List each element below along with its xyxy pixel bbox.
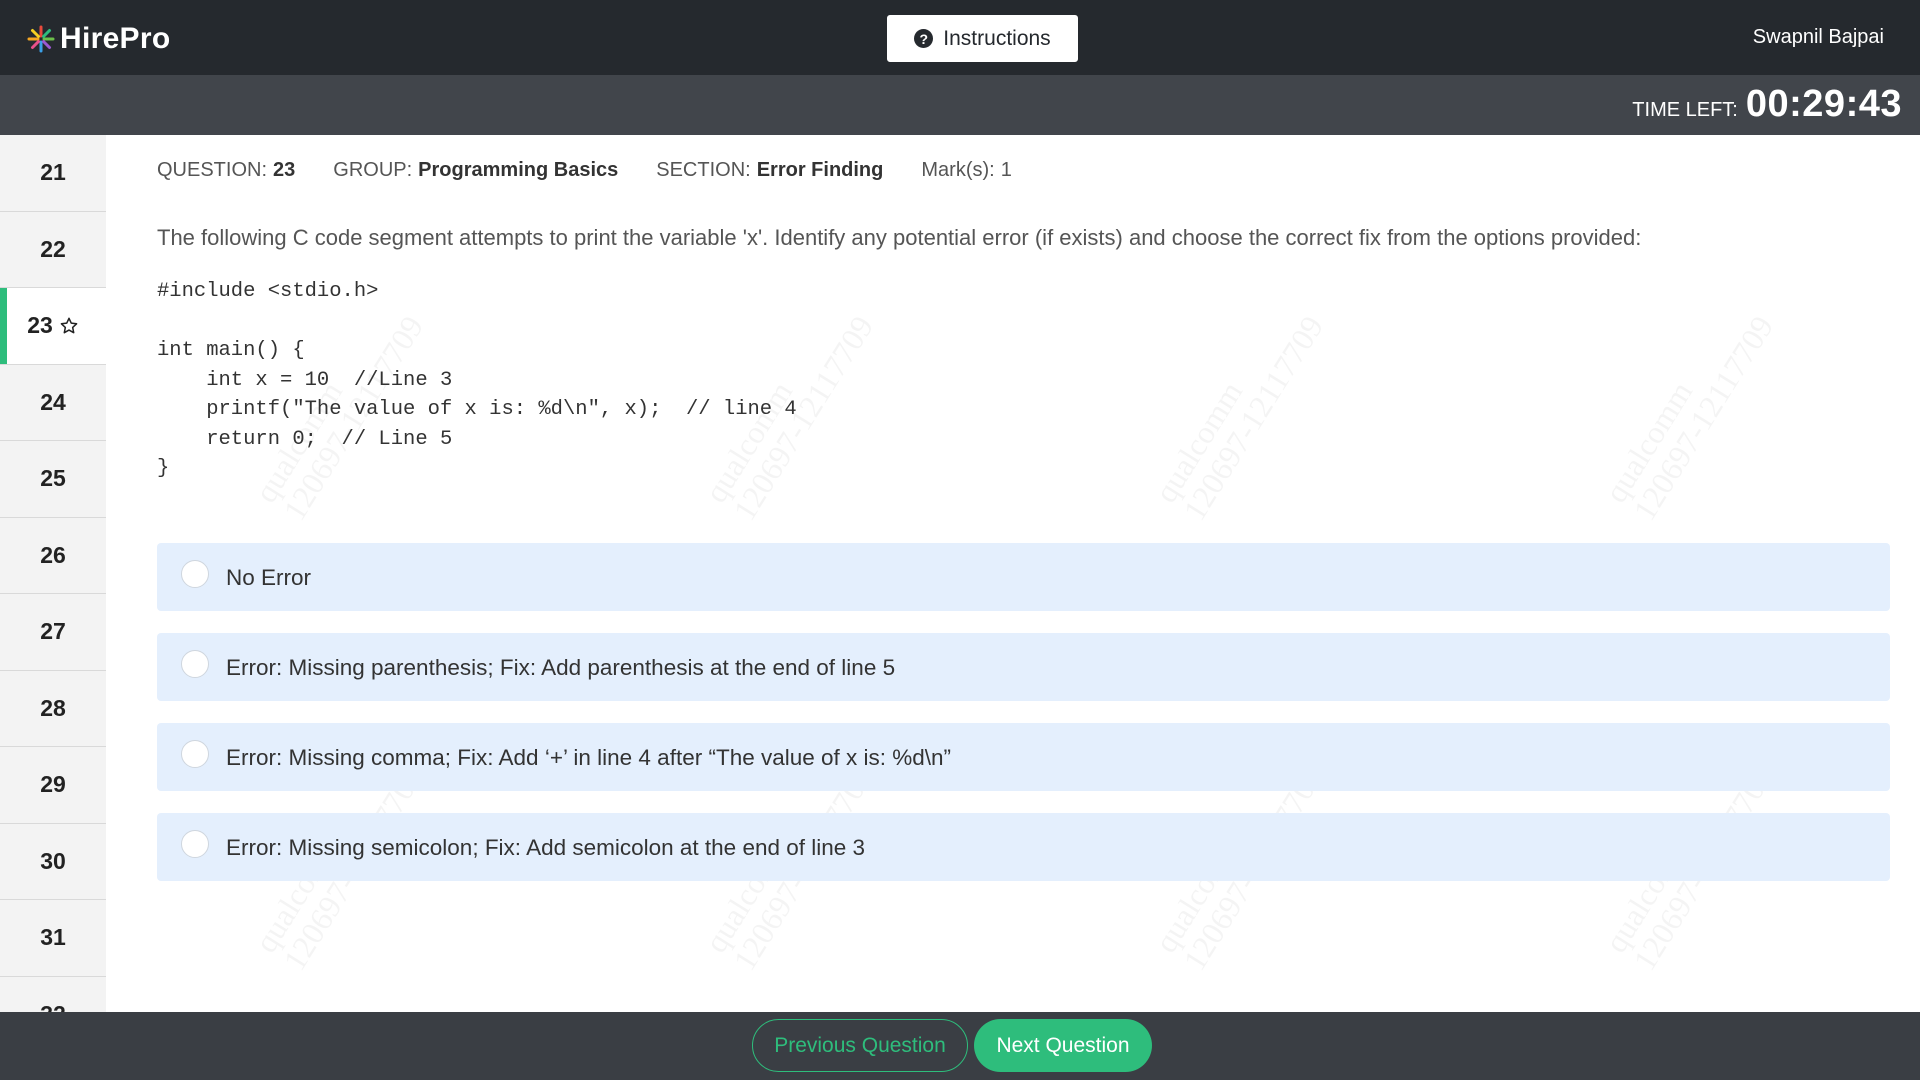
code-snippet: #include <stdio.h> int main() { int x = …: [157, 280, 797, 480]
group-meta: GROUP: Programming Basics: [333, 159, 619, 181]
question-nav-item[interactable]: 30: [0, 824, 106, 900]
answer-option[interactable]: Error: Missing comma; Fix: Add ‘+’ in li…: [157, 723, 1890, 791]
question-nav-item[interactable]: 27: [0, 594, 106, 671]
watermark: qualcomm120697-12117709: [1597, 292, 1780, 526]
option-label: Error: Missing parenthesis; Fix: Add par…: [226, 655, 896, 680]
hirepro-logo-icon: [27, 25, 55, 53]
question-nav-item[interactable]: 24: [0, 365, 106, 441]
option-label: No Error: [226, 565, 312, 590]
previous-question-button[interactable]: Previous Question: [752, 1019, 968, 1072]
question-nav-item[interactable]: 29: [0, 747, 106, 824]
question-number-meta: QUESTION: 23: [157, 159, 296, 181]
question-number: 21: [40, 159, 66, 186]
next-question-button[interactable]: Next Question: [974, 1019, 1152, 1072]
instructions-label: Instructions: [943, 26, 1051, 50]
section-meta: SECTION: Error Finding: [656, 159, 884, 181]
watermark: qualcomm120697-12117709: [1147, 292, 1330, 526]
question-number: 25: [40, 465, 66, 492]
logo: HirePro: [26, 22, 170, 56]
question-nav-item[interactable]: 31: [0, 900, 106, 977]
question-number: 26: [40, 541, 66, 568]
question-nav-item-active[interactable]: 23: [0, 288, 106, 365]
star-icon[interactable]: [59, 316, 79, 336]
question-meta: QUESTION: 23 GROUP: Programming Basics SEC…: [157, 159, 1050, 182]
timer-bar: TIME LEFT: 00:29:43: [0, 75, 1920, 135]
answer-option[interactable]: Error: Missing parenthesis; Fix: Add par…: [157, 633, 1890, 701]
timer: TIME LEFT: 00:29:43: [1632, 83, 1902, 126]
answer-option[interactable]: Error: Missing semicolon; Fix: Add semic…: [157, 813, 1890, 881]
option-label: Error: Missing comma; Fix: Add ‘+’ in li…: [226, 745, 952, 770]
top-bar: HirePro ? Instructions Swapnil Bajpai: [0, 0, 1920, 75]
option-label: Error: Missing semicolon; Fix: Add semic…: [226, 835, 866, 860]
question-number: 30: [40, 847, 66, 874]
question-number: 29: [40, 771, 66, 798]
radio-button[interactable]: [181, 830, 209, 858]
question-nav-item[interactable]: 28: [0, 671, 106, 747]
question-nav-item[interactable]: 32: [0, 977, 106, 1012]
question-navigator: 21 22 23 24 25 26 27 28 29 30 31 32: [0, 135, 106, 1012]
question-number: 32: [40, 1001, 66, 1012]
user-name: Swapnil Bajpai: [1752, 26, 1884, 48]
marks-meta: Mark(s): 1: [921, 159, 1012, 181]
question-nav-item[interactable]: 21: [0, 135, 106, 212]
bottom-nav-bar: Previous Question Next Question: [0, 1012, 1920, 1080]
answer-options: No Error Error: Missing parenthesis; Fix…: [157, 543, 1890, 903]
radio-button[interactable]: [181, 650, 209, 678]
question-number: 31: [40, 924, 66, 951]
timer-label: TIME LEFT:: [1632, 99, 1738, 121]
question-number: 24: [40, 388, 66, 415]
question-text: The following C code segment attempts to…: [157, 225, 1642, 250]
question-nav-item[interactable]: 25: [0, 441, 106, 518]
question-number: 28: [40, 694, 66, 721]
timer-value: 00:29:43: [1745, 83, 1902, 125]
question-number: 27: [40, 618, 66, 645]
help-icon: ?: [914, 29, 934, 48]
answer-option[interactable]: No Error: [157, 543, 1890, 611]
question-number: 22: [40, 235, 66, 262]
question-nav-item[interactable]: 22: [0, 212, 106, 288]
question-nav-item[interactable]: 26: [0, 518, 106, 594]
radio-button[interactable]: [181, 560, 209, 588]
question-number: 23: [27, 312, 53, 339]
radio-button[interactable]: [181, 740, 209, 768]
logo-text: HirePro: [60, 22, 171, 55]
instructions-button[interactable]: ? Instructions: [887, 15, 1078, 62]
